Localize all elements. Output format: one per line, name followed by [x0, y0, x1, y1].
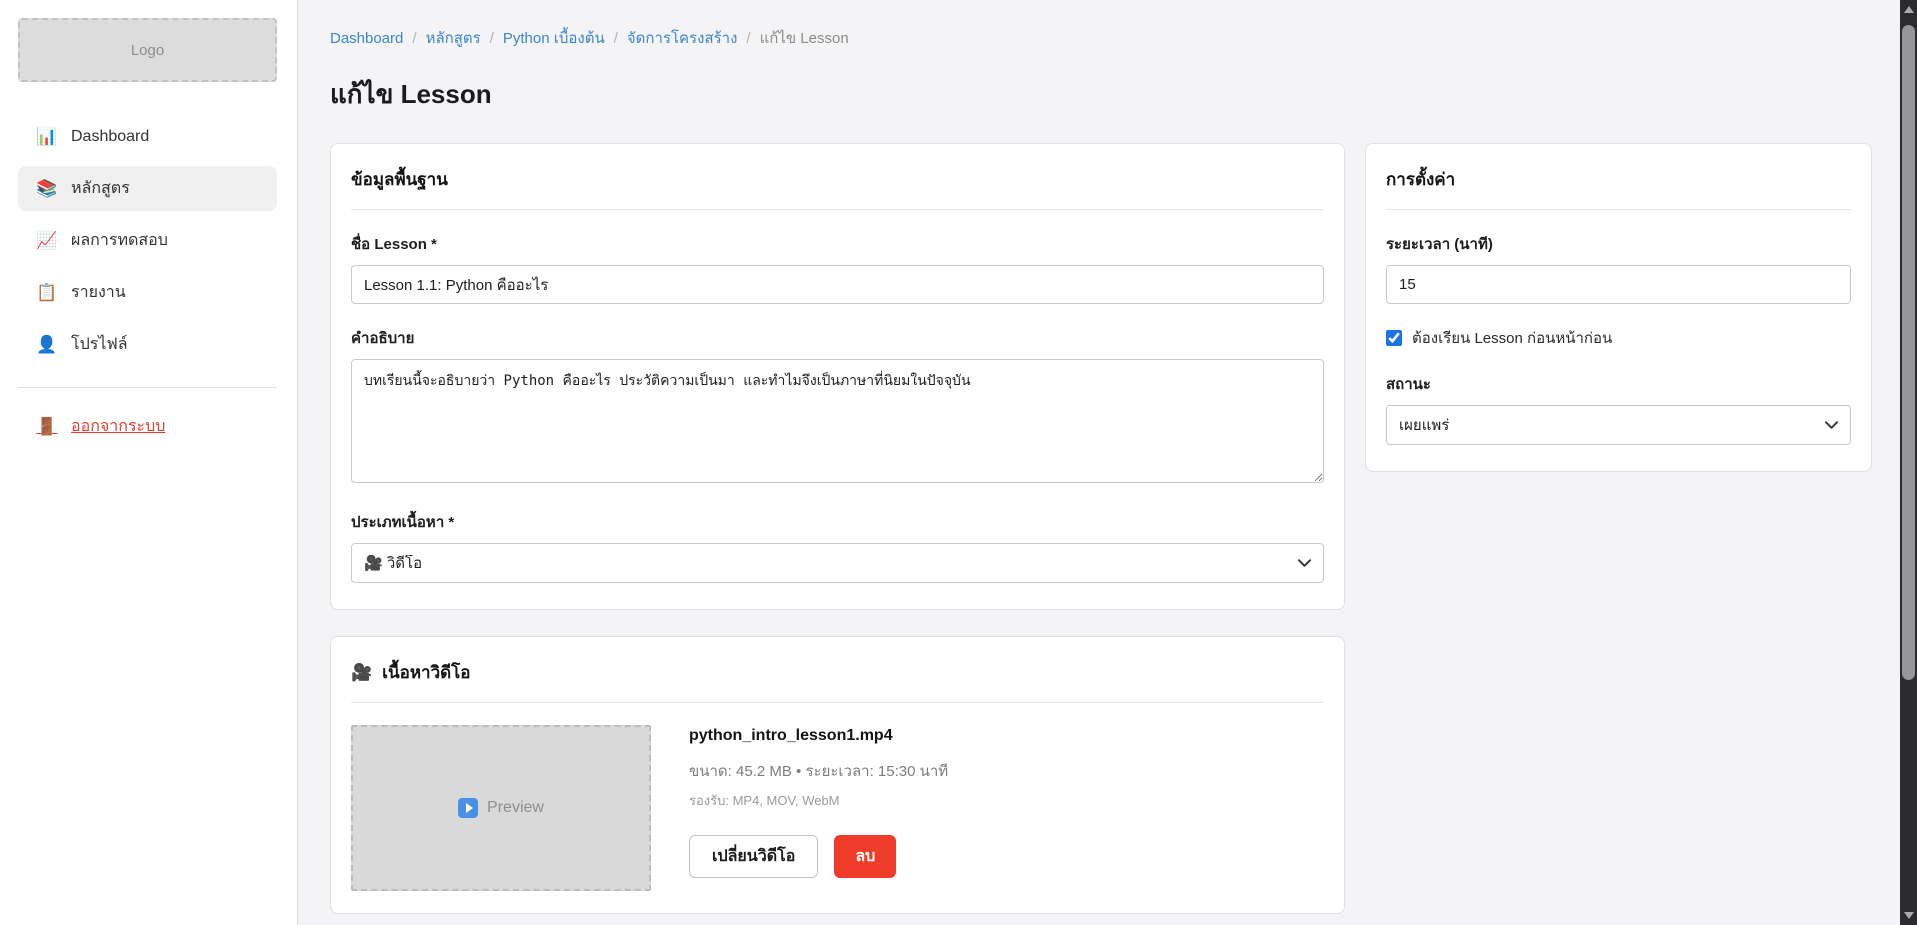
delete-video-button[interactable]: ลบ	[834, 835, 896, 878]
person-icon: 👤	[36, 335, 58, 355]
content-type-label: ประเภทเนื้อหา *	[351, 510, 1324, 534]
duration-field: ระยะเวลา (นาที)	[1386, 232, 1851, 304]
scrollbar-thumb[interactable]	[1902, 25, 1915, 680]
lesson-name-input[interactable]	[351, 265, 1324, 304]
content-type-select-wrap: 🎥 วิดีโอ	[351, 543, 1324, 583]
sidebar-item-courses[interactable]: 📚 หลักสูตร	[18, 166, 277, 211]
video-supported-formats: รองรับ: MP4, MOV, WebM	[689, 790, 948, 811]
scrollbar-down-arrow[interactable]	[1900, 907, 1917, 924]
video-buttons: เปลี่ยนวิดีโอ ลบ	[689, 835, 948, 878]
content-type-field: ประเภทเนื้อหา * 🎥 วิดีโอ	[351, 510, 1324, 583]
lesson-name-label: ชื่อ Lesson *	[351, 232, 1324, 256]
sidebar-item-dashboard[interactable]: 📊 Dashboard	[18, 114, 277, 159]
duration-label: ระยะเวลา (นาที)	[1386, 232, 1851, 256]
settings-card-title: การตั้งค่า	[1386, 166, 1851, 210]
right-column: การตั้งค่า ระยะเวลา (นาที) ต้องเรียน Les…	[1365, 143, 1872, 498]
bar-chart-icon: 📊	[36, 127, 58, 147]
description-textarea[interactable]: บทเรียนนี้จะอธิบายว่า Python คืออะไร ประ…	[351, 359, 1324, 483]
sidebar-divider	[18, 387, 277, 388]
basic-info-card: ข้อมูลพื้นฐาน ชื่อ Lesson * คำอธิบาย บทเ…	[330, 143, 1345, 610]
status-select[interactable]: เผยแพร่	[1386, 405, 1851, 445]
video-preview[interactable]: Preview	[351, 725, 651, 891]
vertical-scrollbar[interactable]	[1900, 0, 1917, 925]
video-filename: python_intro_lesson1.mp4	[689, 727, 948, 745]
description-label: คำอธิบาย	[351, 326, 1324, 350]
play-icon	[458, 798, 478, 818]
breadcrumb-current: แก้ไข Lesson	[760, 26, 849, 50]
sidebar-item-label: โปรไฟล์	[71, 332, 128, 357]
video-card-title: 🎥 เนื้อหาวิดีโอ	[351, 659, 1324, 703]
sidebar-item-label: Dashboard	[71, 128, 149, 146]
preview-label: Preview	[487, 799, 544, 817]
status-select-wrap: เผยแพร่	[1386, 405, 1851, 445]
sidebar-item-reports[interactable]: 📋 รายงาน	[18, 270, 277, 315]
sidebar: Logo 📊 Dashboard 📚 หลักสูตร 📈 ผลการทดสอบ…	[0, 0, 298, 925]
status-field: สถานะ เผยแพร่	[1386, 372, 1851, 445]
content-type-select[interactable]: 🎥 วิดีโอ	[351, 543, 1324, 583]
change-video-button[interactable]: เปลี่ยนวิดีโอ	[689, 835, 818, 878]
sidebar-nav: 📊 Dashboard 📚 หลักสูตร 📈 ผลการทดสอบ 📋 รา…	[18, 114, 277, 367]
breadcrumb-link-course[interactable]: Python เบื้องต้น	[503, 26, 605, 50]
logo-placeholder: Logo	[18, 18, 277, 82]
video-content-card: 🎥 เนื้อหาวิดีโอ Preview python_intro_les…	[330, 636, 1345, 914]
sidebar-item-label: ผลการทดสอบ	[71, 228, 168, 253]
sidebar-item-label: รายงาน	[71, 280, 126, 305]
sidebar-item-profile[interactable]: 👤 โปรไฟล์	[18, 322, 277, 367]
settings-card: การตั้งค่า ระยะเวลา (นาที) ต้องเรียน Les…	[1365, 143, 1872, 472]
breadcrumb: Dashboard / หลักสูตร / Python เบื้องต้น …	[330, 26, 1872, 50]
books-icon: 📚	[36, 179, 58, 199]
video-meta: ขนาด: 45.2 MB • ระยะเวลา: 15:30 นาที	[689, 759, 948, 783]
prerequisite-checkbox[interactable]	[1386, 330, 1402, 346]
breadcrumb-separator: /	[490, 30, 494, 47]
breadcrumb-separator: /	[614, 30, 618, 47]
left-column: ข้อมูลพื้นฐาน ชื่อ Lesson * คำอธิบาย บทเ…	[330, 143, 1345, 925]
breadcrumb-link-dashboard[interactable]: Dashboard	[330, 30, 403, 47]
main-content: Dashboard / หลักสูตร / Python เบื้องต้น …	[298, 0, 1900, 925]
breadcrumb-separator: /	[746, 30, 750, 47]
status-label: สถานะ	[1386, 372, 1851, 396]
video-info: python_intro_lesson1.mp4 ขนาด: 45.2 MB •…	[689, 725, 948, 891]
clipboard-icon: 📋	[36, 283, 58, 303]
chart-up-icon: 📈	[36, 231, 58, 251]
scrollbar-up-arrow[interactable]	[1900, 1, 1917, 18]
logout-label: ออกจากระบบ	[71, 414, 165, 439]
breadcrumb-separator: /	[412, 30, 416, 47]
lesson-name-field: ชื่อ Lesson *	[351, 232, 1324, 304]
sidebar-item-test-results[interactable]: 📈 ผลการทดสอบ	[18, 218, 277, 263]
video-camera-icon: 🎥	[351, 663, 372, 683]
duration-input[interactable]	[1386, 265, 1851, 304]
breadcrumb-link-structure[interactable]: จัดการโครงสร้าง	[627, 26, 738, 50]
breadcrumb-link-courses[interactable]: หลักสูตร	[426, 26, 481, 50]
page-title: แก้ไข Lesson	[330, 74, 1872, 115]
basic-info-card-title: ข้อมูลพื้นฐาน	[351, 166, 1324, 210]
description-field: คำอธิบาย บทเรียนนี้จะอธิบายว่า Python คื…	[351, 326, 1324, 488]
prerequisite-label: ต้องเรียน Lesson ก่อนหน้าก่อน	[1412, 326, 1612, 350]
sidebar-item-label: หลักสูตร	[71, 176, 130, 201]
prerequisite-row: ต้องเรียน Lesson ก่อนหน้าก่อน	[1386, 326, 1851, 350]
video-row: Preview python_intro_lesson1.mp4 ขนาด: 4…	[351, 725, 1324, 891]
app-window: Logo 📊 Dashboard 📚 หลักสูตร 📈 ผลการทดสอบ…	[0, 0, 1900, 925]
logout-link[interactable]: 🚪 ออกจากระบบ	[36, 414, 165, 439]
content-columns: ข้อมูลพื้นฐาน ชื่อ Lesson * คำอธิบาย บทเ…	[330, 143, 1872, 925]
door-icon: 🚪	[36, 417, 58, 437]
